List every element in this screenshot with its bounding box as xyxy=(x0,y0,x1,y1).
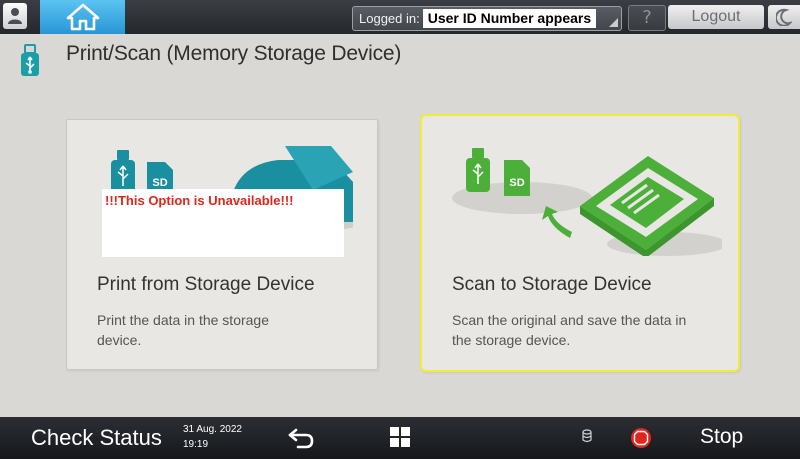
usb-stick-icon xyxy=(466,148,490,192)
login-label: Logged in: xyxy=(359,11,420,26)
scan-card-title: Scan to Storage Device xyxy=(452,274,652,295)
stop-icon[interactable] xyxy=(630,427,652,449)
apps-grid-icon[interactable] xyxy=(390,427,410,447)
check-status-button[interactable]: Check Status xyxy=(0,417,172,459)
login-user-id: User ID Number appears xyxy=(422,9,597,28)
unavailable-notice: !!!This Option is Unavailable!!! xyxy=(102,189,344,257)
sd-label: SD xyxy=(152,177,167,189)
home-icon xyxy=(66,3,99,31)
date-display: 31 Aug. 2022 xyxy=(183,424,242,435)
login-expand-icon xyxy=(609,18,618,27)
print-card-description: Print the data in the storage device. xyxy=(97,312,269,348)
storage-icon xyxy=(582,429,592,443)
page-title: Print/Scan (Memory Storage Device) xyxy=(66,42,402,65)
sd-card-icon: SD xyxy=(504,160,530,196)
energy-saver-button[interactable] xyxy=(768,5,800,29)
top-bar: Logged in: User ID Number appears ? Logo… xyxy=(0,0,800,34)
usb-stick-icon xyxy=(111,150,135,194)
back-icon[interactable] xyxy=(286,426,316,450)
scanner-illustration xyxy=(580,156,722,256)
unavailable-notice-text: !!!This Option is Unavailable!!! xyxy=(105,193,294,208)
moon-icon xyxy=(776,8,792,26)
scan-card-description: Scan the original and save the data in t… xyxy=(452,312,687,348)
usb-icon xyxy=(21,44,39,76)
login-status[interactable]: Logged in: User ID Number appears xyxy=(352,6,622,31)
bottom-bar: Check Status 31 Aug. 2022 19:19 Stop xyxy=(0,417,800,459)
user-button[interactable] xyxy=(3,3,27,29)
scan-to-storage-card[interactable]: SD Scan to Storage Device Scan the origi… xyxy=(420,114,740,372)
time-display: 19:19 xyxy=(183,439,209,450)
logout-button[interactable]: Logout xyxy=(668,5,764,29)
user-icon xyxy=(8,8,22,24)
scan-illustration: SD xyxy=(452,148,722,256)
home-button[interactable] xyxy=(40,0,125,34)
stop-button[interactable]: Stop xyxy=(700,417,743,459)
sd-label: SD xyxy=(509,177,524,189)
print-card-title: Print from Storage Device xyxy=(97,274,315,295)
help-button[interactable]: ? xyxy=(628,5,666,31)
